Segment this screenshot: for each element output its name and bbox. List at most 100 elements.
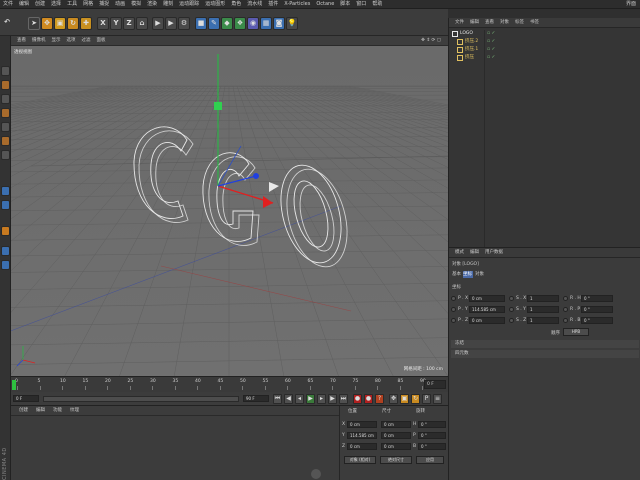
keyframe-dot[interactable] — [509, 318, 514, 323]
visibility-toggle-icon[interactable]: ▫ ✓ — [487, 38, 495, 46]
keyframe-dot[interactable] — [563, 318, 568, 323]
tweak-mode-icon[interactable] — [1, 200, 10, 210]
autokey-icon[interactable]: ● — [364, 394, 373, 404]
model-mode-icon[interactable] — [1, 80, 10, 90]
tab-object[interactable]: 对象 — [475, 271, 485, 278]
menu-item-16[interactable]: X-Particles — [281, 0, 313, 9]
coord-size-z[interactable]: 0 cm — [381, 443, 411, 450]
object-name[interactable]: LOGO — [460, 30, 473, 38]
order-select[interactable]: HPB — [563, 328, 589, 336]
make-editable-icon[interactable] — [1, 66, 10, 76]
attribute-menu-item-1[interactable]: 编辑 — [467, 248, 482, 258]
coord-rot-b[interactable]: 0 ° — [418, 443, 446, 450]
subdivision-icon[interactable]: ◆ — [221, 17, 233, 30]
end-frame-field[interactable]: 90 F — [243, 395, 269, 402]
material-menu-item-3[interactable]: 纹理 — [66, 406, 83, 416]
coord-size-x[interactable]: 0 cm — [381, 421, 411, 428]
rp-field[interactable]: 0 ° — [581, 306, 613, 313]
menu-item-2[interactable]: 创建 — [32, 0, 48, 9]
rb-field[interactable]: 0 ° — [581, 317, 613, 324]
menu-item-6[interactable]: 捕捉 — [96, 0, 112, 9]
visibility-toggle-icon[interactable]: ▫ ✓ — [487, 54, 495, 62]
keyframe-dot[interactable] — [563, 307, 568, 312]
px-field[interactable]: 0 cm — [469, 295, 505, 302]
keyframe-dot[interactable] — [451, 307, 456, 312]
object-row[interactable]: 挤压 ▫ ✓ — [449, 54, 640, 62]
edges-mode-icon[interactable] — [1, 136, 10, 146]
object-menu-item-2[interactable]: 查看 — [482, 18, 497, 28]
coord-size-mode-select[interactable]: 绝对尺寸 — [380, 456, 412, 464]
coord-rot-p[interactable]: 0 ° — [418, 432, 446, 439]
pen-icon[interactable]: ✎ — [208, 17, 220, 30]
visibility-toggle-icon[interactable]: ▫ ✓ — [487, 30, 495, 38]
snap-icon[interactable] — [1, 226, 10, 236]
coord-mode-select[interactable]: 对象 (相对) — [344, 456, 376, 464]
undo-icon[interactable]: ↶ — [2, 17, 12, 30]
workplane-icon[interactable] — [1, 108, 10, 118]
menu-item-11[interactable]: 运动跟踪 — [176, 0, 202, 9]
keyframe-dot[interactable] — [451, 318, 456, 323]
viewport-menu-item-4[interactable]: 过滤 — [79, 36, 94, 46]
object-name[interactable]: 挤压.1 — [465, 46, 478, 54]
object-menu-item-0[interactable]: 文件 — [452, 18, 467, 28]
coord-pos-y[interactable]: 114.585 cm — [347, 432, 377, 439]
keyframe-dot[interactable] — [563, 296, 568, 301]
menu-item-10[interactable]: 雕刻 — [160, 0, 176, 9]
menu-item-1[interactable]: 编辑 — [16, 0, 32, 9]
move-key-icon[interactable]: ✥ — [389, 394, 398, 404]
object-name[interactable]: 挤压.2 — [465, 38, 478, 46]
apply-button[interactable]: 应用 — [416, 456, 444, 464]
section-quaternion[interactable]: 四元数 — [451, 350, 639, 358]
tab-coord[interactable]: 坐标 — [463, 271, 473, 278]
keyframe-dot[interactable] — [509, 307, 514, 312]
rh-field[interactable]: 0 ° — [581, 295, 613, 302]
material-menu-item-2[interactable]: 功能 — [49, 406, 66, 416]
light-icon[interactable]: 💡 — [286, 17, 298, 30]
section-freeze[interactable]: 冻结 — [451, 340, 639, 348]
tab-basic[interactable]: 基本 — [452, 271, 461, 278]
camera-icon[interactable]: ◙ — [273, 17, 285, 30]
array-icon[interactable]: ❖ — [234, 17, 246, 30]
object-menu-item-4[interactable]: 标签 — [512, 18, 527, 28]
select-tool-icon[interactable]: ➤ — [28, 17, 40, 30]
play-icon[interactable]: ▶ — [306, 394, 315, 404]
coord-pos-x[interactable]: 0 cm — [347, 421, 377, 428]
viewport-menu-item-1[interactable]: 摄像机 — [29, 36, 49, 46]
render-settings-icon[interactable]: ⚙ — [178, 17, 190, 30]
points-mode-icon[interactable] — [1, 122, 10, 132]
py-field[interactable]: 114.585 cm — [469, 306, 505, 313]
viewport-menu-item-3[interactable]: 选项 — [64, 36, 79, 46]
object-menu-item-3[interactable]: 对象 — [497, 18, 512, 28]
menu-item-4[interactable]: 工具 — [64, 0, 80, 9]
keyframe-dot[interactable] — [451, 296, 456, 301]
axis-mode-icon[interactable] — [1, 186, 10, 196]
coord-pos-z[interactable]: 0 cm — [347, 443, 377, 450]
next-key-icon[interactable]: ▶ — [328, 394, 337, 404]
object-row[interactable]: LOGO ▫ ✓ — [449, 30, 640, 38]
cube-icon[interactable]: ■ — [195, 17, 207, 30]
polygons-mode-icon[interactable] — [1, 150, 10, 160]
current-frame-field[interactable]: 0 F — [424, 380, 446, 389]
lock-workplane-icon[interactable] — [1, 246, 10, 256]
menu-item-17[interactable]: Octane — [313, 0, 337, 9]
material-menu-item-0[interactable]: 创建 — [15, 406, 32, 416]
menu-item-14[interactable]: 流水线 — [244, 0, 265, 9]
object-name[interactable]: 挤压 — [465, 54, 474, 62]
viewport-nav-icons[interactable]: ✥ ⇕ ⟳ ▢ — [418, 36, 444, 46]
object-row[interactable]: 挤压.2 ▫ ✓ — [449, 38, 640, 46]
pz-field[interactable]: 0 cm — [469, 317, 505, 324]
param-key-icon[interactable]: P — [422, 394, 431, 404]
menu-item-0[interactable]: 文件 — [0, 0, 16, 9]
timeline-ruler[interactable]: 0 5 10 15 20 25 30 35 40 45 50 55 60 65 70 75 80 85 90 0 F — [11, 376, 448, 392]
recent-tool-icon[interactable]: ✚ — [80, 17, 92, 30]
frame-range-slider[interactable] — [43, 396, 239, 402]
viewport-menu-item-5[interactable]: 面板 — [94, 36, 109, 46]
sy-field[interactable]: 1 — [527, 306, 559, 313]
move-tool-icon[interactable]: ✥ — [41, 17, 53, 30]
y-axis-lock-button[interactable]: Y — [110, 17, 122, 30]
attribute-menu-item-2[interactable]: 用户数据 — [482, 248, 506, 258]
menu-item-13[interactable]: 角色 — [228, 0, 244, 9]
playhead[interactable] — [12, 380, 16, 390]
menu-item-15[interactable]: 插件 — [265, 0, 281, 9]
visibility-toggle-icon[interactable]: ▫ ✓ — [487, 46, 495, 54]
